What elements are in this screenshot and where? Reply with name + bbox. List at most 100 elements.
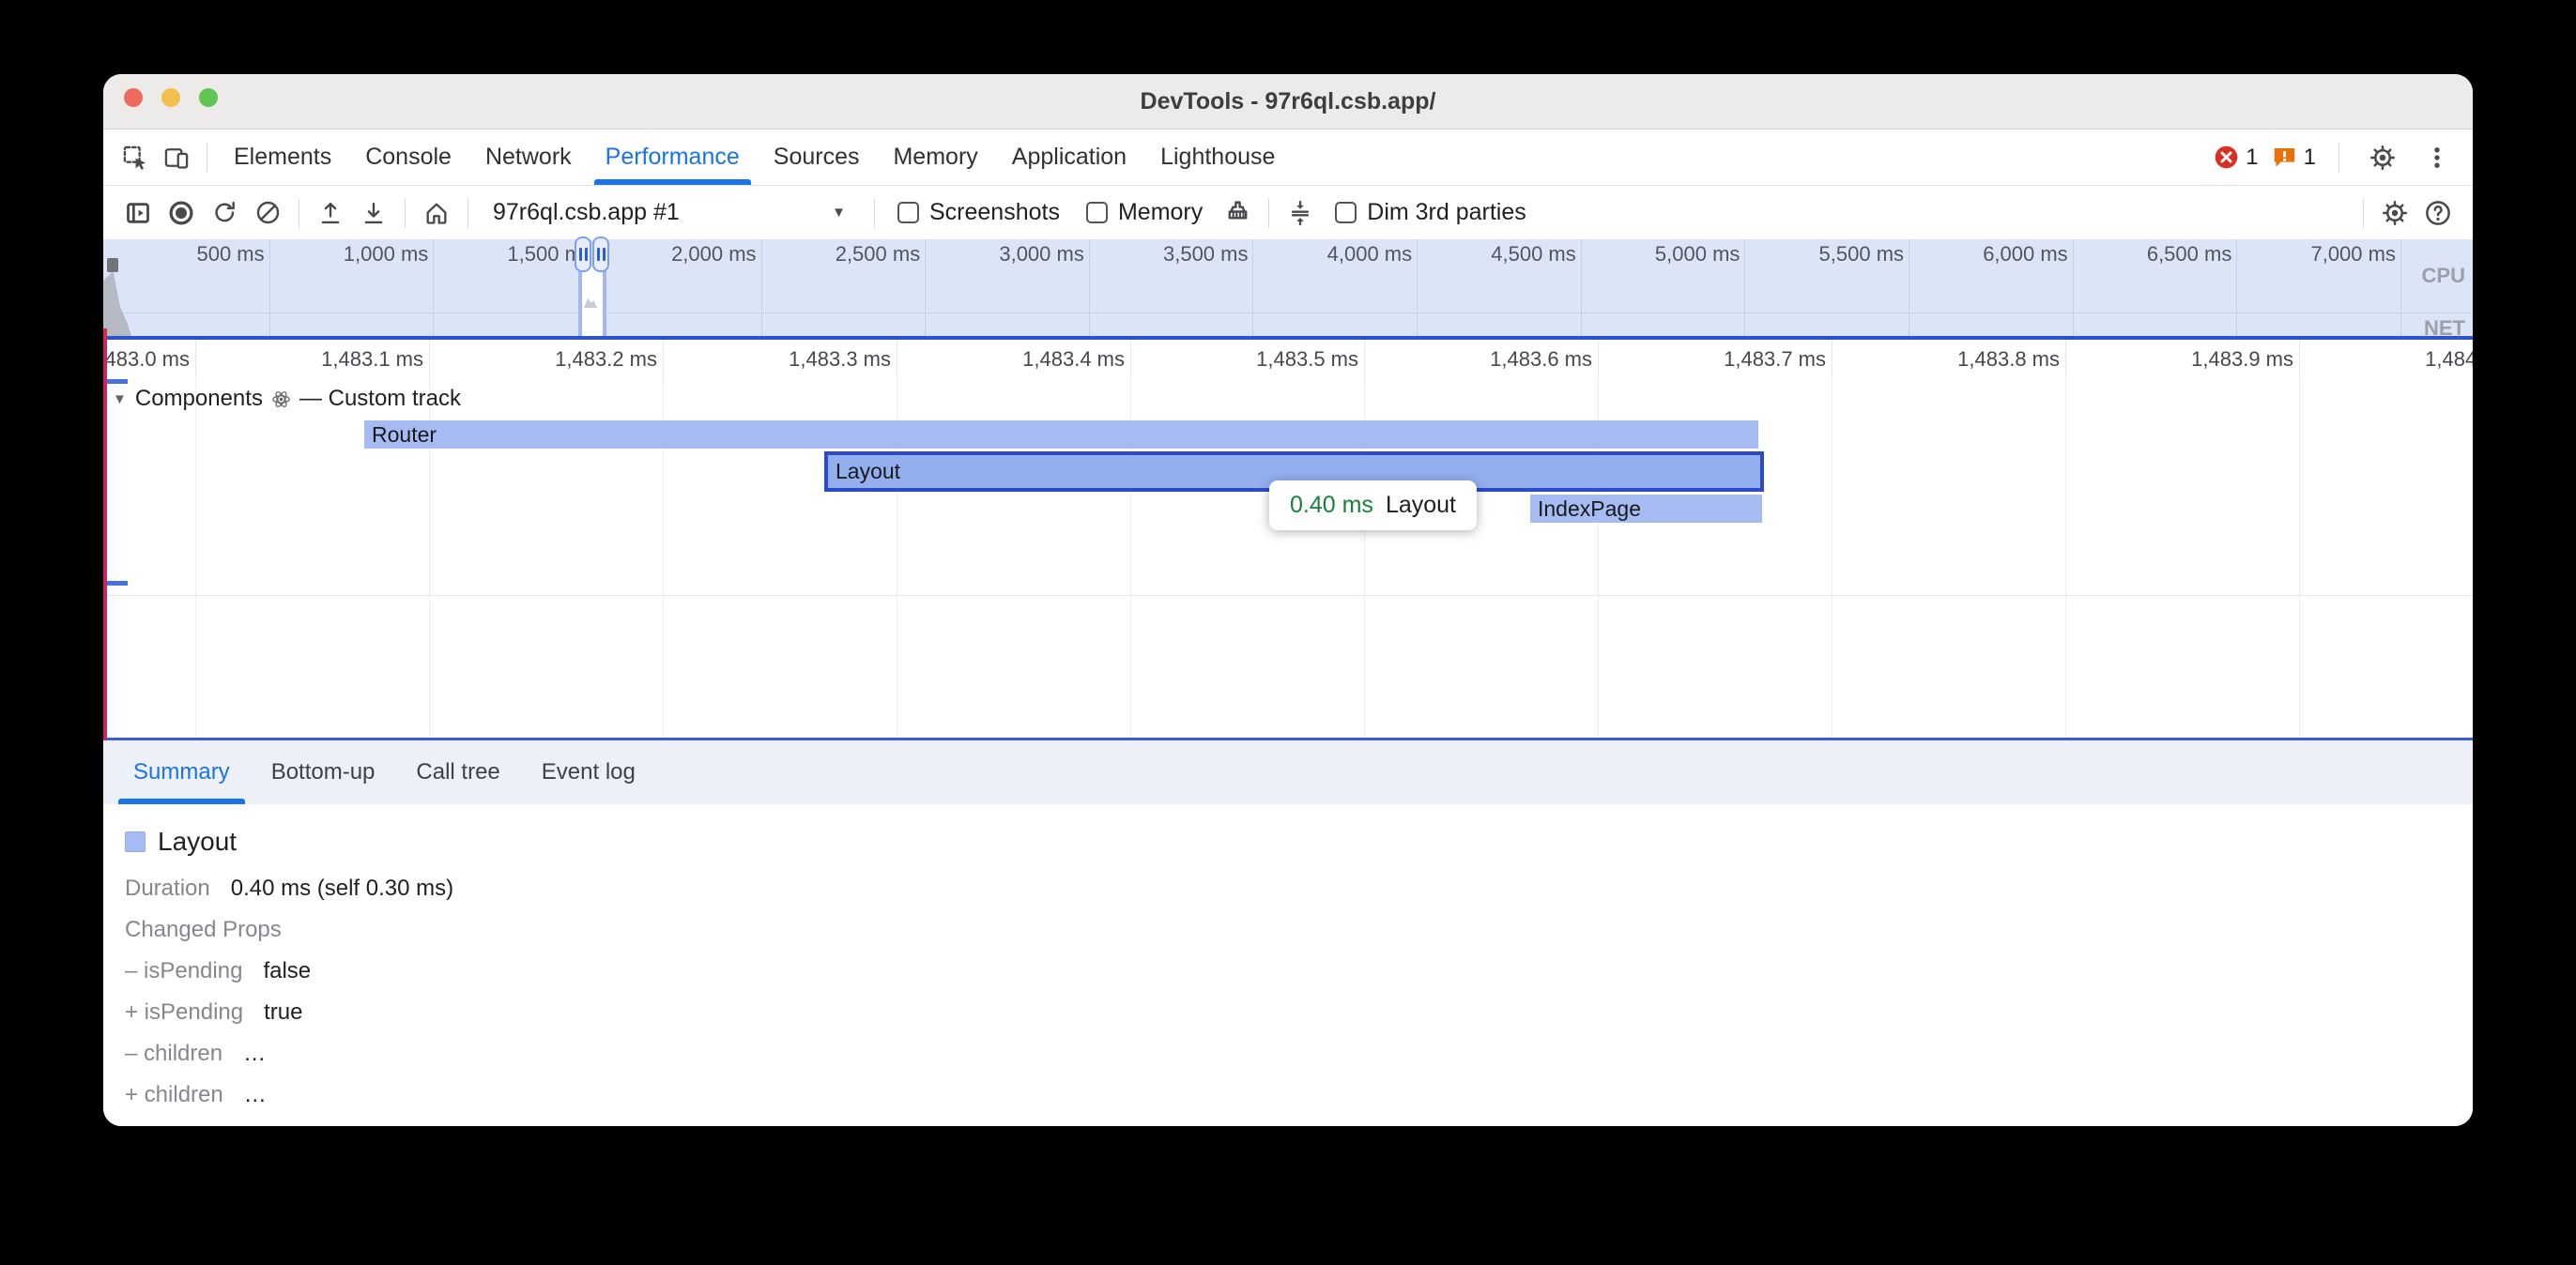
screenshots-checkbox[interactable]: Screenshots <box>897 199 1060 226</box>
summary-header: Layout <box>125 827 2473 857</box>
clear-recording-button[interactable] <box>246 192 289 234</box>
close-window-button[interactable] <box>124 88 143 107</box>
flame-event-tooltip: 0.40 ms Layout <box>1269 480 1477 530</box>
overview-tick-label: 6,000 ms <box>1909 239 2074 336</box>
summary-row-value: false <box>263 958 311 983</box>
block-icon <box>254 199 282 226</box>
devtools-panel-tab[interactable]: Elements <box>230 130 335 185</box>
overview-tick-label: 2,000 ms <box>598 239 762 336</box>
performance-toolbar: 97r6ql.csb.app #1 ▼ Screenshots Memory <box>103 186 2473 239</box>
window-title: DevTools - 97r6ql.csb.app/ <box>103 74 2473 130</box>
devtools-panel-tab[interactable]: Sources <box>770 130 864 185</box>
load-profile-button[interactable] <box>309 192 352 234</box>
settings-button[interactable] <box>2362 137 2403 178</box>
toggle-device-toolbar-button[interactable] <box>156 137 197 178</box>
checkbox-box <box>897 202 919 223</box>
home-button[interactable] <box>415 192 458 234</box>
minimize-window-button[interactable] <box>161 88 180 107</box>
ruler-tick-label: 1,483.6 ms <box>1365 340 1599 378</box>
issues-badge[interactable]: 1 <box>2272 145 2316 171</box>
flamechart-area[interactable]: ▼ Components — Custom track Router Layou… <box>103 378 2473 740</box>
track-subtitle: — Custom track <box>299 386 461 412</box>
help-button[interactable] <box>2416 192 2460 234</box>
devtools-panel-tab[interactable]: Console <box>361 130 455 185</box>
gear-icon <box>2381 199 2409 227</box>
memory-checkbox[interactable]: Memory <box>1086 199 1203 226</box>
inspect-cursor-icon <box>122 145 148 171</box>
summary-row-value: … <box>244 1082 267 1107</box>
devtools-panel-tab[interactable]: Network <box>482 130 575 185</box>
devtools-panel-tab[interactable]: Lighthouse <box>1157 130 1279 185</box>
summary-row: Duration 0.40 ms (self 0.30 ms) <box>125 868 2473 909</box>
summary-row-value: 0.40 ms (self 0.30 ms) <box>231 876 453 901</box>
collapse-track-icon[interactable]: ▼ <box>113 391 127 407</box>
ruler-tick-label: 1,483.8 ms <box>1832 340 2066 378</box>
overview-tick-label: 1,500 ms <box>434 239 598 336</box>
timeline-overview[interactable]: 500 ms1,000 ms1,500 ms2,000 ms2,500 ms3,… <box>103 239 2473 340</box>
error-badge[interactable]: 1 <box>2214 145 2258 171</box>
summary-row-label: – isPending <box>125 958 242 983</box>
record-button[interactable] <box>160 192 203 234</box>
summary-row-value: … <box>243 1041 266 1066</box>
more-options-button[interactable] <box>2416 137 2458 178</box>
ruler-tick-label: 1,483.7 ms <box>1599 340 1832 378</box>
network-activity-tick <box>103 328 107 340</box>
overview-tick-label: 4,000 ms <box>1253 239 1418 336</box>
overview-tick-label: 1,000 ms <box>270 239 435 336</box>
details-tab[interactable]: Event log <box>538 740 639 804</box>
overview-tick-label: 3,000 ms <box>926 239 1090 336</box>
collect-garbage-button[interactable] <box>1216 192 1259 234</box>
gridline <box>103 378 196 738</box>
selection-window[interactable] <box>578 267 606 336</box>
summary-row: + isPendingtrue <box>125 992 2473 1033</box>
panel-tabs: Elements Console Network Performance Sou… <box>217 130 1292 185</box>
flame-bar-router[interactable]: Router <box>364 420 1758 449</box>
details-tab[interactable]: Call tree <box>412 740 503 804</box>
compress-arrows-button[interactable] <box>1279 192 1322 234</box>
dim-3rd-parties-checkbox[interactable]: Dim 3rd parties <box>1335 199 1526 226</box>
reload-icon <box>211 199 238 226</box>
custom-track-header[interactable]: ▼ Components — Custom track <box>113 386 461 412</box>
overview-tick-label: 3,500 ms <box>1090 239 1254 336</box>
toolbar-divider <box>405 198 406 228</box>
download-icon <box>360 200 387 226</box>
inspect-element-button[interactable] <box>115 137 156 178</box>
toolbar-divider <box>874 198 875 228</box>
devtools-panel-tab[interactable]: Memory <box>889 130 981 185</box>
gear-icon <box>2369 144 2397 172</box>
compress-arrows-icon <box>1287 200 1313 226</box>
toolbar-divider <box>1268 198 1269 228</box>
flame-bar-label: Router <box>372 422 437 447</box>
device-toolbar-icon <box>163 145 190 171</box>
brush-icon <box>1224 199 1251 226</box>
net-row-label: NET <box>2424 316 2465 341</box>
overview-tick-label: 5,500 ms <box>1745 239 1909 336</box>
devtools-panel-tab[interactable]: Performance <box>602 130 744 185</box>
flame-bar-label: IndexPage <box>1538 496 1641 521</box>
help-icon <box>2424 199 2452 227</box>
overview-ruler: 500 ms1,000 ms1,500 ms2,000 ms2,500 ms3,… <box>106 239 2401 336</box>
ruler-tick-label: 1,483.1 ms <box>196 340 430 378</box>
selection-handle-right[interactable] <box>592 236 609 272</box>
tabbar-right-controls: 1 1 <box>2214 137 2458 178</box>
reload-and-record-button[interactable] <box>203 192 246 234</box>
session-selector-value: 97r6ql.csb.app #1 <box>493 199 680 226</box>
selection-handle-left[interactable] <box>575 236 591 272</box>
session-selector[interactable]: 97r6ql.csb.app #1 ▼ <box>483 199 859 226</box>
devtools-panel-tab[interactable]: Application <box>1008 130 1130 185</box>
summary-row-label: Duration <box>125 876 210 901</box>
screenshots-label: Screenshots <box>929 199 1060 226</box>
checkbox-box <box>1335 202 1357 223</box>
capture-settings-button[interactable] <box>2373 192 2416 234</box>
summary-rows: Duration0.40 ms (self 0.30 ms) Changed P… <box>125 868 2473 1116</box>
details-tab[interactable]: Bottom-up <box>268 740 379 804</box>
zoom-window-button[interactable] <box>199 88 218 107</box>
summary-row-value: true <box>264 999 302 1025</box>
details-tab[interactable]: Summary <box>130 740 234 804</box>
flame-bar-indexpage[interactable]: IndexPage <box>1530 495 1762 523</box>
summary-row: – isPending false <box>125 951 2473 992</box>
track-name: Components <box>135 386 263 412</box>
save-profile-button[interactable] <box>352 192 395 234</box>
toggle-sidebar-button[interactable] <box>116 192 160 234</box>
upload-icon <box>317 200 344 226</box>
